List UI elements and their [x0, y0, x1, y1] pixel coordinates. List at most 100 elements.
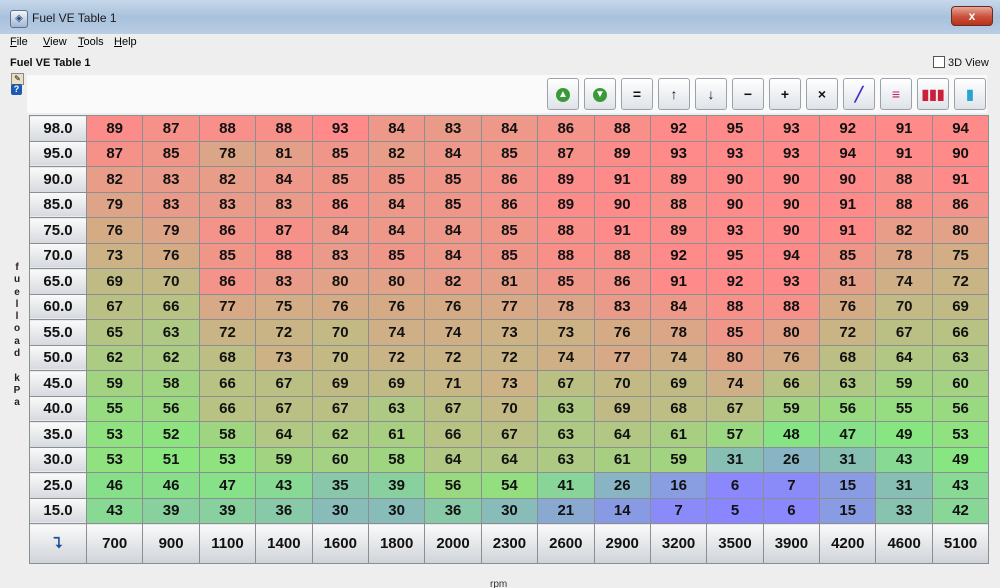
ve-cell[interactable]: 86 — [593, 268, 651, 295]
ve-cell[interactable]: 83 — [424, 115, 482, 142]
ve-cell[interactable]: 70 — [311, 319, 369, 346]
ve-cell[interactable]: 26 — [593, 472, 651, 499]
ve-cell[interactable]: 39 — [198, 497, 257, 524]
ve-cell[interactable]: 72 — [480, 344, 539, 371]
ve-cell[interactable]: 85 — [198, 242, 257, 269]
ve-cell[interactable]: 90 — [931, 140, 990, 167]
ve-cell[interactable]: 82 — [875, 217, 933, 244]
ve-cell[interactable]: 67 — [480, 421, 539, 448]
ve-cell[interactable]: 78 — [875, 242, 933, 269]
rpm-axis-cell[interactable]: 4200 — [819, 523, 877, 564]
menu-tools[interactable]: Tools — [78, 36, 104, 48]
rpm-axis-cell[interactable]: 4600 — [875, 523, 933, 564]
ve-cell[interactable]: 7 — [762, 472, 821, 499]
ve-cell[interactable]: 84 — [424, 140, 482, 167]
ve-cell[interactable]: 51 — [142, 446, 200, 473]
load-axis-cell[interactable]: 30.0 — [29, 446, 87, 473]
ve-cell[interactable]: 72 — [367, 344, 426, 371]
ve-cell[interactable]: 79 — [142, 217, 200, 244]
ve-cell[interactable]: 6 — [706, 472, 764, 499]
ve-cell[interactable]: 74 — [875, 268, 933, 295]
ve-cell[interactable]: 70 — [311, 344, 369, 371]
ve-cell[interactable]: 66 — [198, 370, 257, 397]
ve-cell[interactable]: 55 — [875, 395, 933, 422]
ve-cell[interactable]: 43 — [875, 446, 933, 473]
load-axis-cell[interactable]: 95.0 — [29, 140, 87, 167]
ve-cell[interactable]: 90 — [762, 217, 821, 244]
ve-cell[interactable]: 88 — [537, 217, 595, 244]
ve-cell[interactable]: 62 — [142, 344, 200, 371]
ve-cell[interactable]: 73 — [85, 242, 144, 269]
ve-cell[interactable]: 35 — [311, 472, 369, 499]
ve-cell[interactable]: 83 — [142, 166, 200, 193]
ve-cell[interactable]: 76 — [85, 217, 144, 244]
ve-cell[interactable]: 72 — [819, 319, 877, 346]
ve-cell[interactable]: 88 — [875, 166, 933, 193]
ve-cell[interactable]: 88 — [762, 293, 821, 320]
ve-cell[interactable]: 85 — [311, 140, 369, 167]
ve-cell[interactable]: 94 — [762, 242, 821, 269]
ve-cell[interactable]: 91 — [875, 140, 933, 167]
ve-cell[interactable]: 75 — [255, 293, 313, 320]
load-axis-cell[interactable]: 15.0 — [29, 497, 87, 524]
ve-cell[interactable]: 69 — [85, 268, 144, 295]
ve-cell[interactable]: 76 — [311, 293, 369, 320]
ve-cell[interactable]: 42 — [931, 497, 990, 524]
ve-cell[interactable]: 91 — [875, 115, 933, 142]
load-axis-cell[interactable]: 98.0 — [29, 115, 87, 142]
ve-cell[interactable]: 92 — [819, 115, 877, 142]
ve-cell[interactable]: 88 — [875, 191, 933, 218]
ve-cell[interactable]: 73 — [255, 344, 313, 371]
ve-cell[interactable]: 67 — [875, 319, 933, 346]
ve-cell[interactable]: 68 — [649, 395, 708, 422]
ve-cell[interactable]: 46 — [85, 472, 144, 499]
rpm-axis-cell[interactable]: 700 — [85, 523, 144, 564]
ve-cell[interactable]: 93 — [649, 140, 708, 167]
ve-cell[interactable]: 81 — [480, 268, 539, 295]
ve-cell[interactable]: 63 — [367, 395, 426, 422]
ve-cell[interactable]: 94 — [931, 115, 990, 142]
ve-cell[interactable]: 85 — [480, 140, 539, 167]
ve-cell[interactable]: 77 — [480, 293, 539, 320]
ve-cell[interactable]: 56 — [142, 395, 200, 422]
ve-cell[interactable]: 86 — [198, 268, 257, 295]
rpm-axis-cell[interactable]: 1600 — [311, 523, 369, 564]
ve-cell[interactable]: 88 — [198, 115, 257, 142]
ve-cell[interactable]: 86 — [931, 191, 990, 218]
ve-cell[interactable]: 88 — [649, 191, 708, 218]
ve-cell[interactable]: 87 — [142, 115, 200, 142]
ve-cell[interactable]: 76 — [819, 293, 877, 320]
ve-cell[interactable]: 86 — [311, 191, 369, 218]
ve-cell[interactable]: 85 — [819, 242, 877, 269]
rpm-axis-cell[interactable]: 3500 — [706, 523, 764, 564]
add-button[interactable]: + — [769, 78, 801, 110]
ve-cell[interactable]: 62 — [85, 344, 144, 371]
ve-cell[interactable]: 90 — [762, 191, 821, 218]
ve-cell[interactable]: 82 — [85, 166, 144, 193]
ve-cell[interactable]: 53 — [198, 446, 257, 473]
ve-cell[interactable]: 74 — [367, 319, 426, 346]
ve-cell[interactable]: 84 — [255, 166, 313, 193]
ve-cell[interactable]: 43 — [931, 472, 990, 499]
ve-cell[interactable]: 78 — [537, 293, 595, 320]
ve-cell[interactable]: 82 — [367, 140, 426, 167]
ve-cell[interactable]: 74 — [706, 370, 764, 397]
ve-cell[interactable]: 73 — [480, 370, 539, 397]
ve-cell[interactable]: 90 — [706, 191, 764, 218]
ve-cell[interactable]: 84 — [424, 217, 482, 244]
ve-cell[interactable]: 21 — [537, 497, 595, 524]
ve-cell[interactable]: 53 — [931, 421, 990, 448]
ve-cell[interactable]: 90 — [706, 166, 764, 193]
color-scale-button[interactable]: ▮ — [954, 78, 986, 110]
ve-cell[interactable]: 72 — [255, 319, 313, 346]
ve-cell[interactable]: 73 — [537, 319, 595, 346]
ve-cell[interactable]: 75 — [931, 242, 990, 269]
ve-cell[interactable]: 68 — [819, 344, 877, 371]
menu-view[interactable]: View — [43, 36, 67, 48]
ve-cell[interactable]: 93 — [762, 140, 821, 167]
ve-cell[interactable]: 85 — [142, 140, 200, 167]
equals-button[interactable]: = — [621, 78, 653, 110]
load-axis-cell[interactable]: 60.0 — [29, 293, 87, 320]
ve-cell[interactable]: 63 — [537, 395, 595, 422]
ve-cell[interactable]: 69 — [931, 293, 990, 320]
